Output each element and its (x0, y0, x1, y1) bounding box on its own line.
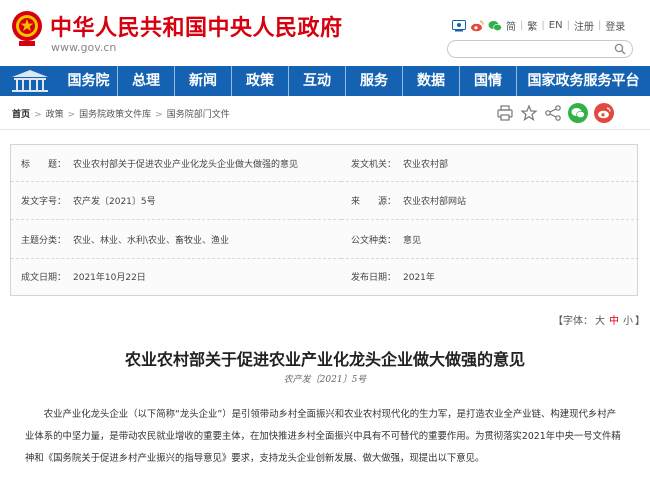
breadcrumb-policy-library[interactable]: 国务院政策文件库 (79, 110, 151, 120)
nav-item-policy[interactable]: 政策 (231, 66, 288, 96)
table-row: 标 题： 农业农村部关于促进农业产业化龙头企业做大做强的意见 发文机关： 农业农村部 (11, 145, 639, 183)
breadcrumb-department-docs[interactable]: 国务院部门文件 (167, 110, 230, 120)
info-label-publish-date: 发布日期： (351, 273, 397, 284)
national-emblem-icon[interactable] (10, 8, 44, 48)
divider: | (597, 20, 602, 31)
nav-item-premier[interactable]: 总理 (117, 66, 174, 96)
top-links: 简 | 繁 | EN | 注册 | 登录 (452, 18, 625, 33)
info-cell: 发布日期： 2021年 (341, 258, 639, 295)
nav-item-services[interactable]: 服务 (345, 66, 402, 96)
accessibility-icon[interactable] (452, 19, 466, 32)
site-url: www.gov.cn (51, 41, 117, 54)
info-label-written-date: 成文日期： (21, 273, 67, 284)
info-cell: 标 题： 农业农村部关于促进农业产业化龙头企业做大做强的意见 (11, 145, 341, 183)
info-label-source: 来 源： (351, 197, 397, 208)
nav-item-data[interactable]: 数据 (402, 66, 459, 96)
info-label-issuer: 发文机关： (351, 159, 397, 170)
site-title[interactable]: 中华人民共和国中央人民政府 (50, 10, 343, 42)
site-header: 中华人民共和国中央人民政府 www.gov.cn 简 | 繁 | EN | 注册… (0, 0, 650, 66)
info-value-doc-type: 意见 (403, 235, 422, 246)
nav-item-interaction[interactable]: 互动 (288, 66, 345, 96)
register-link[interactable]: 注册 (574, 18, 594, 33)
info-cell: 成文日期： 2021年10月22日 (11, 258, 341, 295)
breadcrumb-separator: > (67, 110, 76, 120)
info-value-issuer: 农业农村部 (403, 159, 449, 170)
nav-item-gov-service-platform[interactable]: 国家政务服务平台 (516, 66, 650, 96)
table-row: 成文日期： 2021年10月22日 发布日期： 2021年 (11, 258, 639, 295)
info-value-source: 农业农村部网站 (403, 197, 467, 208)
info-label-topic: 主题分类： (21, 235, 67, 246)
wechat-icon (571, 108, 585, 119)
info-value-doc-number: 农产发〔2021〕5号 (73, 197, 156, 208)
info-label-doc-number: 发文字号： (21, 197, 67, 208)
weibo-icon[interactable] (470, 19, 484, 32)
wechat-icon[interactable] (488, 20, 502, 32)
share-icon[interactable] (544, 104, 562, 122)
divider: | (541, 20, 545, 31)
info-value-written-date: 2021年10月22日 (73, 273, 146, 284)
login-link[interactable]: 登录 (605, 18, 625, 33)
share-toolbar (496, 103, 614, 123)
weibo-share-button[interactable] (594, 103, 614, 123)
info-value-topic: 农业、林业、水利\农业、畜牧业、渔业 (73, 235, 230, 246)
table-row: 主题分类： 农业、林业、水利\农业、畜牧业、渔业 公文种类： 意见 (11, 219, 639, 259)
breadcrumb: 首页 > 政策 > 国务院政策文件库 > 国务院部门文件 (12, 107, 230, 120)
table-row: 发文字号： 农产发〔2021〕5号 来 源： 农业农村部网站 (11, 181, 639, 221)
weibo-icon (598, 107, 611, 119)
breadcrumb-policy[interactable]: 政策 (46, 110, 64, 120)
lang-simplified-link[interactable]: 简 (506, 18, 516, 33)
font-size-large[interactable]: 大 (595, 316, 605, 327)
main-nav: 国务院 总理 新闻 政策 互动 服务 数据 国情 国家政务服务平台 (0, 66, 650, 96)
nav-item-news[interactable]: 新闻 (174, 66, 231, 96)
nav-items: 国务院 总理 新闻 政策 互动 服务 数据 国情 国家政务服务平台 (60, 66, 650, 96)
info-cell: 发文机关： 农业农村部 (341, 145, 639, 183)
search-input[interactable] (456, 45, 606, 62)
font-size-suffix: 】 (635, 316, 645, 327)
divider: | (566, 20, 570, 31)
info-cell: 发文字号： 农产发〔2021〕5号 (11, 181, 341, 221)
search-icon[interactable] (614, 43, 626, 55)
search-box (447, 40, 633, 62)
info-cell: 主题分类： 农业、林业、水利\农业、畜牧业、渔业 (11, 219, 341, 259)
article-title: 农业农村部关于促进农业产业化龙头企业做大做强的意见 (124, 350, 525, 369)
info-cell: 来 源： 农业农村部网站 (341, 181, 639, 221)
breadcrumb-separator: > (34, 110, 42, 120)
article-body: 农业产业化龙头企业（以下简称“龙头企业”）是引领带动乡村全面振兴和农业农村现代化… (25, 409, 621, 464)
article-doc-number: 农产发〔2021〕5号 (283, 375, 367, 385)
breadcrumb-home[interactable]: 首页 (12, 110, 30, 120)
building-icon (12, 70, 48, 92)
favorite-icon[interactable] (520, 104, 538, 122)
info-label-doc-type: 公文种类： (351, 235, 397, 246)
breadcrumb-separator: > (155, 110, 163, 120)
font-size-switch: 【字体：大中小】 (553, 312, 645, 327)
info-value-title: 农业农村部关于促进农业产业化龙头企业做大做强的意见 (73, 159, 299, 170)
divider: | (520, 20, 524, 31)
info-value-publish-date: 2021年 (403, 273, 435, 284)
nav-item-state-council[interactable]: 国务院 (60, 66, 117, 96)
lang-english-link[interactable]: EN (549, 20, 563, 31)
print-icon[interactable] (496, 104, 514, 122)
font-size-medium[interactable]: 中 (609, 316, 619, 327)
nav-item-national-info[interactable]: 国情 (459, 66, 516, 96)
document-info-table: 标 题： 农业农村部关于促进农业产业化龙头企业做大做强的意见 发文机关： 农业农村部… (10, 144, 639, 296)
info-cell: 公文种类： 意见 (341, 219, 639, 259)
lang-traditional-link[interactable]: 繁 (527, 18, 537, 33)
font-size-prefix: 【字体： (553, 316, 593, 327)
wechat-share-button[interactable] (568, 103, 588, 123)
info-label-title: 标 题： (21, 159, 67, 170)
font-size-small[interactable]: 小 (623, 316, 633, 327)
